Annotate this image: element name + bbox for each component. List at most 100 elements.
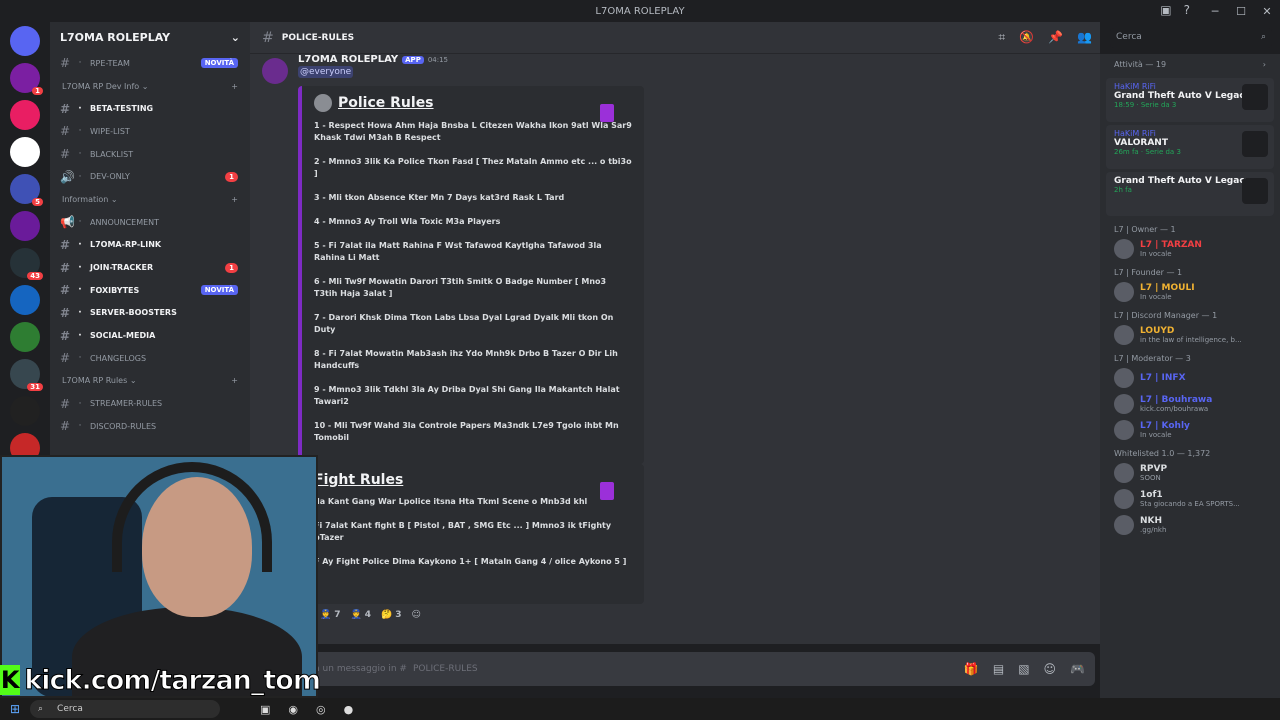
role-header: L7 | Discord Manager — 1 (1114, 311, 1218, 320)
channel-item[interactable]: # · STREAMER-RULES (50, 392, 250, 415)
member-item[interactable]: L7 | MOULI In vocale (1100, 279, 1280, 305)
embed-thumbnail[interactable] (600, 104, 614, 122)
channel-name: STREAMER-RULES (90, 399, 163, 409)
chrome-app-icon[interactable]: ● (344, 703, 354, 716)
member-item[interactable]: 1of1 Sta giocando a EA SPORTS... (1100, 486, 1280, 512)
title-bar: L7OMA ROLEPLAY ▣ ? ─ ☐ ✕ (0, 0, 1280, 22)
everyone-mention[interactable]: @everyone (298, 66, 354, 78)
member-item[interactable]: L7 | Bouhrawa kick.com/bouhrawa (1100, 391, 1280, 417)
channel-category[interactable]: L7OMA RP Dev Info ⌄ + (50, 75, 250, 98)
sticker-icon[interactable]: ▧ (1018, 662, 1029, 676)
add-reaction-icon[interactable]: ☺ (411, 610, 420, 620)
rule-item: Fi 7alat Kant fight B [ Pistol , BAT , S… (314, 521, 612, 542)
server-icon[interactable] (10, 137, 40, 167)
gif-icon[interactable]: ▤ (993, 662, 1004, 676)
help-icon[interactable]: ? (1184, 3, 1190, 17)
emoji-icon[interactable]: ☺ (1044, 662, 1057, 676)
server-icon[interactable]: 31 (10, 359, 43, 391)
channel-type-icon: # (60, 237, 71, 252)
activity-card[interactable]: HaKiM RiFi VALORANT 26m fa · Serie da 3 (1106, 125, 1274, 169)
member-item[interactable]: RPVP SOON (1100, 460, 1280, 486)
channel-category[interactable]: L7OMA RP Rules ⌄ + (50, 370, 250, 393)
member-item[interactable]: NKH .gg/nkh (1100, 512, 1280, 538)
embed-title: Police Rules (338, 95, 434, 111)
mute-icon[interactable]: 🔕 (1019, 30, 1034, 45)
chevron-right-icon[interactable]: › (1263, 60, 1266, 69)
channel-item[interactable]: # · L7OMA-RP-LINK (50, 234, 250, 257)
channel-category[interactable]: Information ⌄ + (50, 188, 250, 211)
add-channel-icon[interactable]: + (231, 195, 238, 204)
member-item[interactable]: L7 | Kohly In vocale (1100, 417, 1280, 443)
close-button[interactable]: ✕ (1254, 0, 1280, 22)
role-header: L7 | Owner — 1 (1114, 225, 1176, 234)
channel-item[interactable]: 🔊 · DEV-ONLY 1 (50, 165, 250, 188)
discord-app-icon[interactable]: ◉ (288, 703, 298, 716)
rule-item: 3 - Mli tkon Absence Kter Mn 7 Days kat3… (314, 193, 565, 202)
message-input[interactable]: Invia un messaggio in # POLICE-RULES 🎁 ▤… (270, 652, 1095, 686)
members-icon[interactable]: 👥 (1077, 30, 1092, 45)
chevron-down-icon[interactable]: ⌄ (231, 31, 240, 44)
server-icon[interactable] (10, 396, 40, 426)
channel-item[interactable]: # · WIPE-LIST (50, 120, 250, 143)
gift-icon[interactable]: 🎁 (964, 662, 979, 676)
apps-icon[interactable]: 🎮 (1070, 662, 1085, 676)
server-icon[interactable] (10, 285, 40, 315)
channel-item[interactable]: # · CHANGELOGS (50, 347, 250, 370)
server-icon[interactable] (10, 322, 40, 352)
channel-item[interactable]: # · SOCIAL-MEDIA (50, 324, 250, 347)
channel-item[interactable]: # · JOIN-TRACKER 1 (50, 256, 250, 279)
game-icon (1242, 178, 1268, 204)
channel-item[interactable]: # · DISCORD-RULES (50, 415, 250, 438)
game-icon (1242, 84, 1268, 110)
channel-name: L7OMA-RP-LINK (90, 240, 162, 250)
reaction[interactable]: 👮 7 (320, 610, 340, 620)
maximize-button[interactable]: ☐ (1228, 0, 1254, 22)
channel-item[interactable]: 📢 · ANNOUNCEMENT (50, 211, 250, 234)
pin-icon[interactable]: 📌 (1048, 30, 1063, 45)
rule-item: 7 - Darori Khsk Dima Tkon Labs Lbsa Dyal… (314, 313, 614, 334)
server-icon[interactable] (10, 211, 40, 241)
inbox-icon[interactable]: ▣ (1160, 3, 1171, 17)
channel-type-icon: # (60, 260, 71, 275)
channel-item[interactable]: # · BETA-TESTING (50, 97, 250, 120)
rule-item: 4 - Mmno3 Ay Troll Wla Toxic M3a Players (314, 217, 501, 226)
server-header[interactable]: L7OMA ROLEPLAY ⌄ (50, 22, 250, 52)
windows-start-icon[interactable]: ⊞ (0, 702, 30, 716)
channel-name: ANNOUNCEMENT (90, 217, 160, 227)
member-item[interactable]: L7 | TARZAN In vocale (1100, 236, 1280, 262)
unread-badge: 1 (225, 262, 238, 273)
police-rules-embed: Police Rules 1 - Respect Howa Ahm Haja B… (298, 86, 644, 464)
add-channel-icon[interactable]: + (231, 82, 238, 91)
member-item[interactable]: LOUYD in the law of intelligence, b... (1100, 322, 1280, 348)
minimize-button[interactable]: ─ (1202, 0, 1228, 22)
threads-icon[interactable]: ⌗ (998, 30, 1005, 45)
server-icon[interactable]: 5 (10, 174, 43, 206)
task-view-icon[interactable]: ▣ (260, 703, 270, 716)
server-icon[interactable]: 1 (10, 63, 43, 95)
server-icon[interactable]: 43 (10, 248, 43, 280)
activity-card[interactable]: Grand Theft Auto V Legacy 2h fa (1106, 172, 1274, 216)
role-header: Whitelisted 1.0 — 1,372 (1114, 449, 1211, 458)
avatar[interactable] (262, 58, 288, 84)
member-item[interactable]: L7 | INFX (1100, 365, 1280, 391)
embed-thumbnail[interactable] (600, 482, 614, 500)
discord-home-icon[interactable] (10, 26, 40, 56)
activity-card[interactable]: HaKiM RiFi Grand Theft Auto V Legacy 18:59… (1106, 78, 1274, 122)
channel-name: SERVER-BOOSTERS (90, 308, 177, 318)
reaction[interactable]: 👮 4 (350, 610, 370, 620)
reaction[interactable]: 🤔 3 (381, 610, 401, 620)
channel-type-icon: # (60, 351, 71, 366)
taskbar-search[interactable]: ⌕ Cerca (30, 700, 220, 718)
channel-type-icon: # (60, 396, 71, 411)
obs-app-icon[interactable]: ◎ (316, 703, 326, 716)
channel-item[interactable]: # · FOXIBYTES NOVITÀ (50, 279, 250, 302)
channel-item[interactable]: # · BLACKLIST (50, 143, 250, 166)
channel-item[interactable]: # · RPE-TEAM NOVITÀ (50, 52, 250, 75)
channel-item[interactable]: # · SERVER-BOOSTERS (50, 302, 250, 325)
author-name[interactable]: L7OMA ROLEPLAY (298, 54, 398, 65)
search-input[interactable]: Cerca ⌕ (1110, 28, 1272, 48)
server-icon[interactable] (10, 100, 40, 130)
fight-rules-embed: Fight Rules Ila Kant Gang War Lpolice it… (298, 464, 644, 604)
channel-name: FOXIBYTES (90, 285, 140, 295)
add-channel-icon[interactable]: + (231, 376, 238, 385)
